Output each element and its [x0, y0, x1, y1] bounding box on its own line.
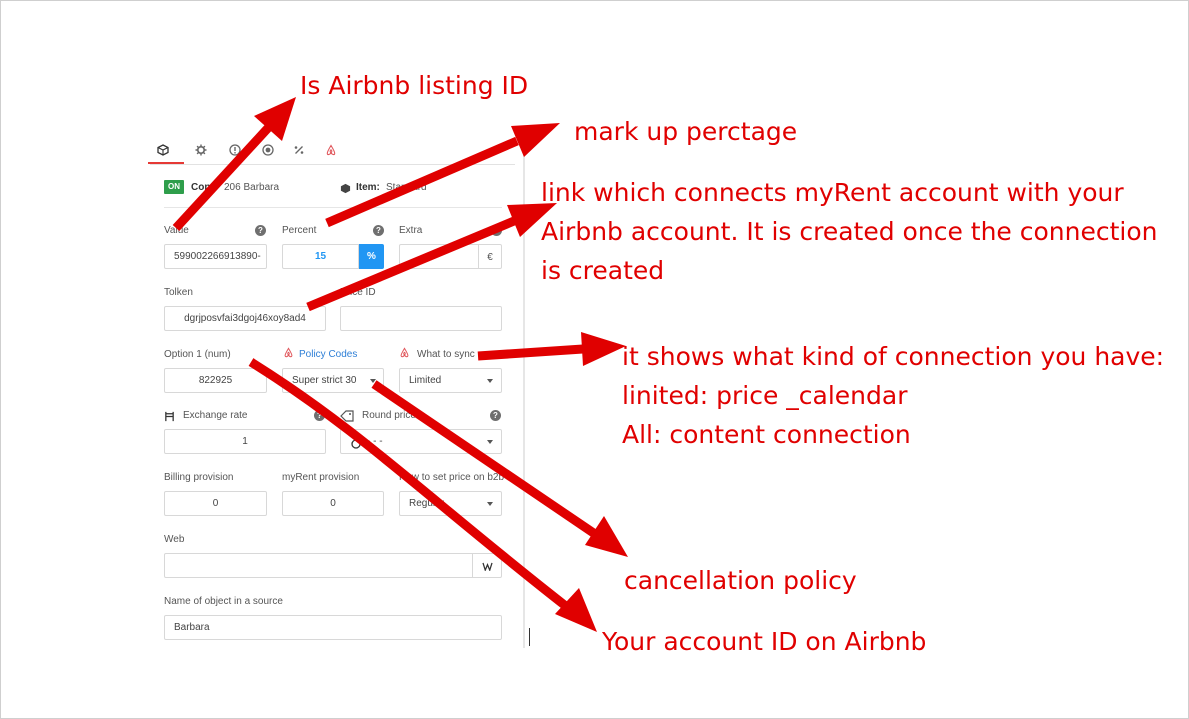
annotation-sync-line2: linited: price _calendar — [622, 381, 908, 410]
annotation-sync-line3: All: content connection — [622, 420, 911, 449]
arrowhead-markup — [511, 123, 560, 157]
annotation-account-id: Your account ID on Airbnb — [602, 627, 927, 656]
annotation-sync-line1: it shows what kind of connection you hav… — [622, 342, 1165, 371]
arrow-sync — [477, 344, 584, 361]
annotation-cancellation: cancellation policy — [624, 566, 857, 595]
annotation-link-line3: is created — [541, 256, 665, 285]
annotation-markup: mark up perctage — [574, 117, 798, 146]
arrow-markup — [325, 136, 519, 228]
annotation-listing-id: Is Airbnb listing ID — [300, 71, 529, 100]
arrowhead-sync — [581, 332, 626, 366]
arrow-listing-id — [172, 124, 272, 232]
arrow-link — [306, 216, 516, 312]
annotation-link-line1: link which connects myRent account with … — [541, 178, 1124, 207]
arrowhead-cancellation — [585, 516, 628, 557]
arrowhead-account-id — [555, 588, 597, 632]
annotation-link-line2: Airbnb account. It is created once the c… — [541, 217, 1158, 246]
arrow-cancellation — [371, 380, 598, 538]
